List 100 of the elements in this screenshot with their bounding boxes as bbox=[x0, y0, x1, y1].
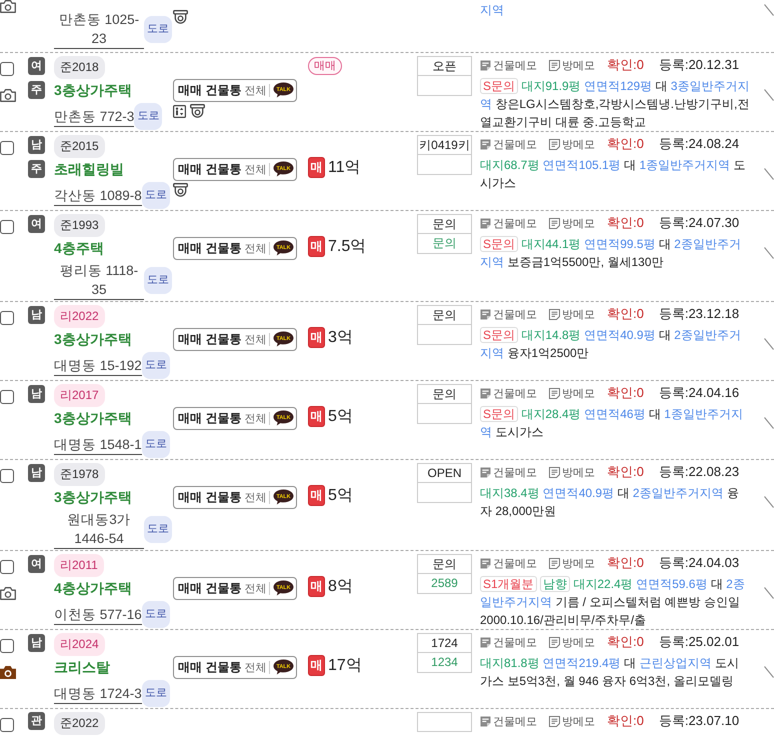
row-checkbox[interactable] bbox=[0, 62, 14, 76]
room-memo-link[interactable]: 방메모 bbox=[549, 634, 595, 650]
camera-icon[interactable] bbox=[0, 587, 16, 600]
type-badge: 주 bbox=[28, 160, 45, 178]
note-icon bbox=[480, 138, 491, 150]
row-checkbox[interactable] bbox=[0, 311, 14, 325]
room-memo-link[interactable]: 방메모 bbox=[549, 464, 595, 480]
row-checkbox[interactable] bbox=[0, 560, 14, 574]
key-cell bbox=[417, 155, 472, 175]
row-checkbox[interactable] bbox=[0, 639, 14, 653]
check-count: 확인:0 bbox=[607, 135, 644, 153]
room-memo-link[interactable]: 방메모 bbox=[549, 386, 595, 400]
diagonal-line-icon bbox=[764, 247, 774, 259]
listing-title[interactable]: 3층상가주택 bbox=[54, 487, 173, 507]
lined-note-icon bbox=[549, 636, 560, 648]
type-badge: 남 bbox=[28, 634, 45, 652]
deal-badge: 매 bbox=[308, 327, 325, 348]
listing-title[interactable]: 초래힐링빌 bbox=[54, 159, 173, 179]
deal-badge: 매 bbox=[308, 236, 325, 257]
year-tag: 리2011 bbox=[54, 554, 104, 577]
building-memo-link[interactable]: 건물메모 bbox=[480, 306, 537, 322]
address-link[interactable]: 각산동 1089-8 bbox=[54, 186, 142, 206]
row-checkbox[interactable] bbox=[0, 390, 14, 404]
address-link[interactable]: 이천동 577-16 bbox=[54, 604, 142, 624]
note-icon bbox=[480, 308, 491, 320]
key-cell: 문의 bbox=[417, 554, 472, 574]
cctv-icon bbox=[173, 10, 188, 25]
year-tag: 리2017 bbox=[54, 384, 105, 407]
lined-note-icon bbox=[549, 716, 560, 726]
road-tag: 도로 bbox=[144, 267, 172, 294]
camera-icon[interactable] bbox=[0, 0, 16, 13]
listing-title[interactable]: 4층주택 bbox=[54, 238, 173, 258]
row-checkbox[interactable] bbox=[0, 469, 14, 483]
building-memo-link[interactable]: 건물메모 bbox=[480, 714, 537, 728]
room-memo-link[interactable]: 방메모 bbox=[549, 216, 595, 230]
type-badge: 여 bbox=[28, 215, 45, 233]
note-icon bbox=[480, 466, 491, 478]
registered-date: 등록:20.12.31 bbox=[658, 56, 740, 74]
room-memo-link[interactable]: 방메모 bbox=[549, 306, 595, 322]
year-tag: 준1993 bbox=[54, 214, 105, 237]
road-tag: 도로 bbox=[142, 431, 170, 458]
address-link[interactable]: 대명동 1548-1 bbox=[54, 434, 142, 454]
registered-date: 등록:25.02.01 bbox=[658, 633, 740, 651]
building-memo-link[interactable]: 건물메모 bbox=[480, 136, 537, 152]
price-text: 17억 bbox=[328, 656, 362, 676]
listing-title[interactable]: 4층상가주택 bbox=[54, 578, 173, 598]
row-checkbox[interactable] bbox=[0, 718, 14, 732]
type-badge: 남 bbox=[28, 136, 45, 154]
building-memo-link[interactable]: 건물메모 bbox=[480, 634, 537, 650]
listing-title[interactable]: 크리스탈 bbox=[54, 657, 173, 677]
diagonal-line-icon bbox=[764, 417, 774, 429]
road-tag: 도로 bbox=[142, 352, 170, 379]
check-count: 확인:0 bbox=[607, 633, 644, 651]
lined-note-icon bbox=[549, 558, 560, 568]
listing-title[interactable]: 3층상가주택 bbox=[54, 408, 173, 428]
building-memo-link[interactable]: 건물메모 bbox=[480, 386, 537, 400]
key-cell: 문의 bbox=[417, 234, 472, 254]
lined-note-icon bbox=[549, 138, 560, 150]
room-memo-link[interactable]: 방메모 bbox=[549, 136, 595, 152]
room-memo-link[interactable]: 방메모 bbox=[549, 58, 595, 72]
row-checkbox[interactable] bbox=[0, 220, 14, 234]
diagonal-line-icon bbox=[764, 496, 774, 508]
type-badge: 남 bbox=[28, 306, 45, 324]
building-memo-link[interactable]: 건물메모 bbox=[480, 464, 537, 480]
camera-icon[interactable] bbox=[0, 89, 16, 102]
check-count: 확인:0 bbox=[607, 463, 644, 481]
price-text: 5억 bbox=[328, 486, 353, 506]
camera-icon[interactable] bbox=[0, 666, 16, 679]
key-cell: 문의 bbox=[417, 214, 472, 234]
deal-tag: 매매 bbox=[308, 57, 342, 75]
listing-title[interactable]: 3층상가주택 bbox=[54, 80, 173, 100]
building-memo-link[interactable]: 건물메모 bbox=[480, 556, 537, 570]
road-tag: 도로 bbox=[142, 601, 170, 628]
building-memo-link[interactable]: 건물메모 bbox=[480, 216, 537, 230]
registered-date: 등록:23.07.10 bbox=[658, 712, 740, 730]
note-icon bbox=[480, 60, 491, 70]
address-link[interactable]: 대명동 1724-3 bbox=[54, 684, 142, 704]
listing-title[interactable]: 3층상가주택 bbox=[54, 329, 173, 349]
price-text: 3억 bbox=[328, 328, 353, 348]
check-count: 확인:0 bbox=[607, 712, 644, 730]
registered-date: 등록:22.08.23 bbox=[658, 463, 740, 481]
check-count: 확인:0 bbox=[607, 305, 644, 323]
key-cell: 1234 bbox=[417, 653, 472, 673]
key-cell: 문의 bbox=[417, 305, 472, 325]
registered-date: 등록:24.04.16 bbox=[658, 384, 740, 402]
deal-badge: 매 bbox=[308, 655, 325, 676]
year-tag: 리2022 bbox=[54, 305, 105, 328]
room-memo-link[interactable]: 방메모 bbox=[549, 714, 595, 728]
note-icon bbox=[480, 218, 491, 228]
registered-date: 등록:24.08.24 bbox=[658, 135, 740, 153]
key-cell: OPEN bbox=[417, 463, 472, 483]
room-memo-link[interactable]: 방메모 bbox=[549, 556, 595, 570]
row-checkbox[interactable] bbox=[0, 141, 14, 155]
road-tag: 도로 bbox=[144, 516, 172, 543]
check-count: 확인:0 bbox=[607, 554, 644, 572]
building-memo-link[interactable]: 건물메모 bbox=[480, 58, 537, 72]
year-tag: 준2022 bbox=[54, 712, 105, 735]
key-cell: 키0419키 bbox=[417, 135, 472, 155]
registered-date: 등록:23.12.18 bbox=[658, 305, 740, 323]
address-link[interactable]: 대명동 15-192 bbox=[54, 356, 142, 376]
